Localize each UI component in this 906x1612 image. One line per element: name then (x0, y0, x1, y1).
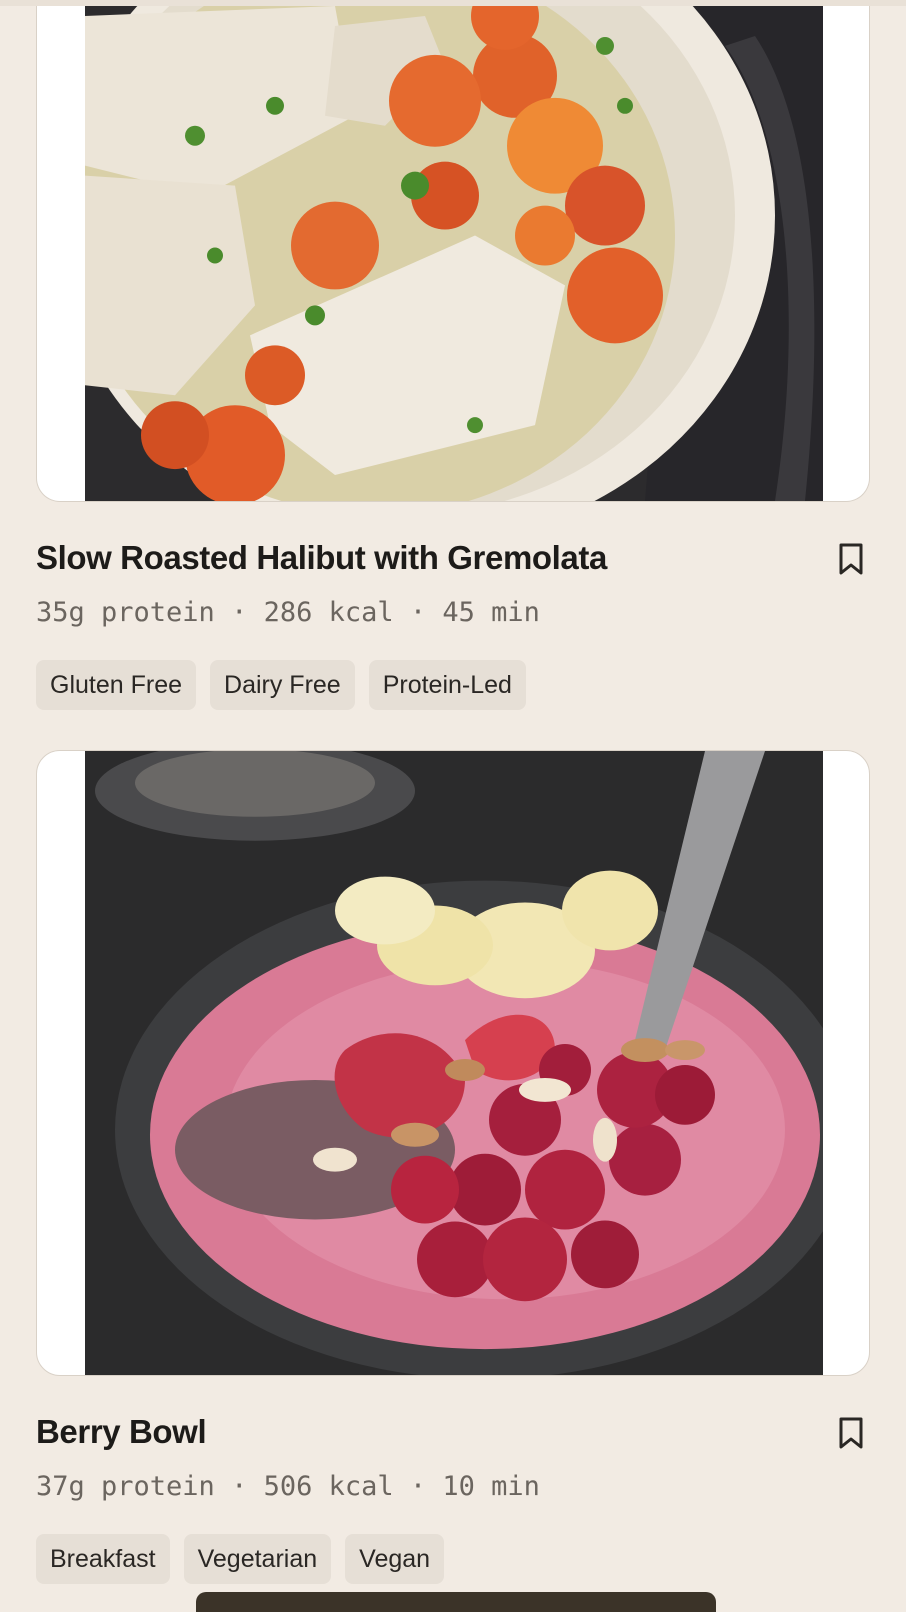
recipe-photo-halibut[interactable] (85, 6, 823, 501)
bookmark-icon[interactable] (836, 542, 866, 576)
recipe-photo-frame[interactable] (36, 750, 870, 1376)
tag-chip[interactable]: Gluten Free (36, 660, 197, 710)
recipe-meta: 35g protein · 286 kcal · 45 min (36, 597, 540, 628)
recipe-photo-berry-bowl[interactable] (85, 751, 823, 1375)
tag-chip[interactable]: Breakfast (36, 1534, 170, 1584)
recipe-card[interactable]: Slow Roasted Halibut with Gremolata 35g … (36, 6, 870, 710)
recipe-title[interactable]: Berry Bowl (36, 1412, 870, 1452)
tag-list: Gluten Free Dairy Free Protein-Led (36, 660, 870, 710)
recipe-title[interactable]: Slow Roasted Halibut with Gremolata (36, 538, 870, 578)
tag-chip[interactable]: Protein-Led (368, 660, 526, 710)
tag-chip[interactable]: Dairy Free (210, 660, 355, 710)
tag-chip[interactable]: Vegan (345, 1534, 445, 1584)
recipe-photo-frame[interactable] (36, 6, 870, 502)
next-recipe-card-peek[interactable] (196, 1592, 716, 1612)
bookmark-icon[interactable] (836, 1416, 866, 1450)
recipe-card[interactable]: Berry Bowl 37g protein · 506 kcal · 10 m… (36, 750, 870, 1584)
tag-chip[interactable]: Vegetarian (183, 1534, 332, 1584)
recipe-meta: 37g protein · 506 kcal · 10 min (36, 1471, 540, 1502)
tag-list: Breakfast Vegetarian Vegan (36, 1534, 870, 1584)
